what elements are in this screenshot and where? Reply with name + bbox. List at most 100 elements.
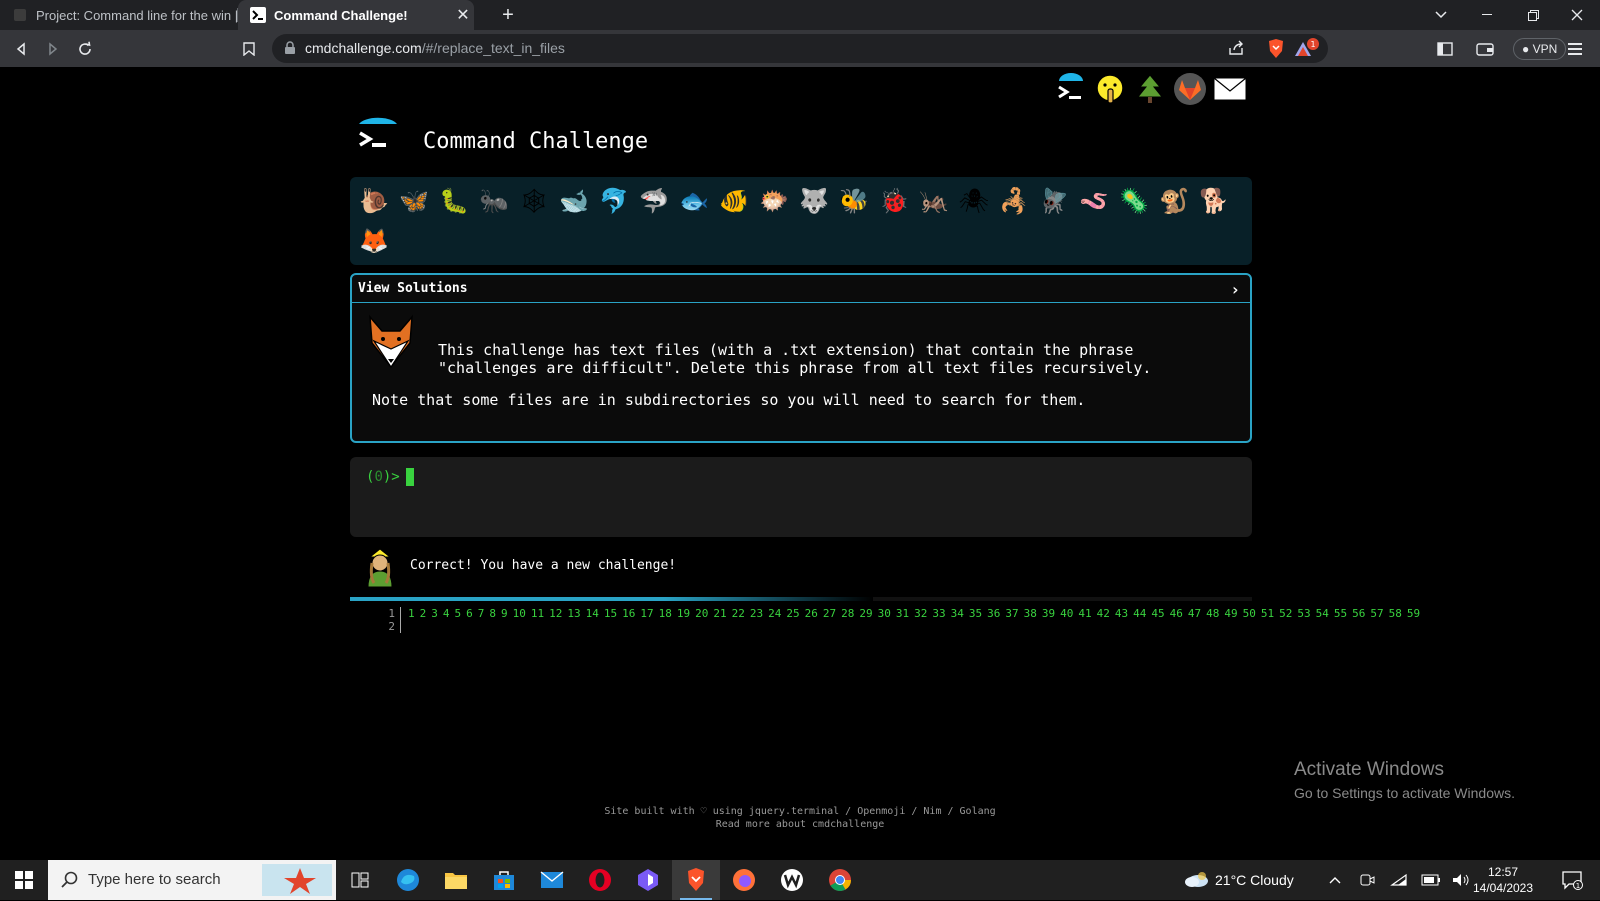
wallet-icon[interactable] [1472, 36, 1498, 62]
address-bar[interactable]: cmdchallenge.com/#/replace_text_in_files… [272, 34, 1328, 63]
menu-icon[interactable] [1562, 36, 1588, 62]
challenge-emoji-17[interactable]: 🪰 [1034, 181, 1074, 221]
challenge-emoji-20[interactable]: 🐒 [1154, 181, 1194, 221]
output-number: 36 [987, 607, 1001, 620]
output-number: 7 [477, 607, 485, 620]
output-number: 46 [1169, 607, 1183, 620]
task-view-icon[interactable] [336, 860, 384, 900]
gitlab-icon[interactable] [1172, 71, 1208, 107]
new-tab-button[interactable]: + [496, 3, 520, 27]
output-number: 25 [786, 607, 800, 620]
challenge-emoji-16[interactable]: 🦂 [994, 181, 1034, 221]
challenge-emoji-11[interactable]: 🐺 [794, 181, 834, 221]
challenge-emoji-13[interactable]: 🐞 [874, 181, 914, 221]
notifications-icon[interactable]: 1 [1552, 860, 1592, 900]
challenge-emoji-18[interactable]: 🪱 [1074, 181, 1114, 221]
windows-start-icon[interactable] [0, 860, 48, 900]
challenge-emoji-12[interactable]: 🐝 [834, 181, 874, 221]
terminal-logo-icon[interactable] [1052, 71, 1088, 107]
output-number: 26 [804, 607, 818, 620]
battery-icon[interactable] [1416, 860, 1446, 900]
output-number: 59 [1406, 607, 1421, 620]
output-line-number: 1 [388, 607, 395, 620]
sidebar-icon[interactable] [1432, 36, 1458, 62]
mail-icon[interactable] [1212, 71, 1248, 107]
challenge-emoji-10[interactable]: 🐡 [754, 181, 794, 221]
mail-app-icon[interactable] [528, 860, 576, 900]
forward-icon[interactable] [40, 36, 66, 62]
minimize-icon[interactable] [1464, 0, 1510, 30]
tab-command-challenge[interactable]: Command Challenge! ✕ [238, 0, 474, 30]
chrome-icon[interactable] [816, 860, 864, 900]
terminal[interactable]: (0)> [350, 457, 1252, 537]
output-numbers: 1 2 3 4 5 6 7 8 9 10 11 12 13 14 15 16 17 18 19 20 21 22 23 24 2… [408, 607, 1425, 620]
tab-search-chevron-icon[interactable] [1418, 0, 1464, 30]
challenge-emoji-9[interactable]: 🐠 [714, 181, 754, 221]
challenge-emoji-6[interactable]: 🐬 [594, 181, 634, 221]
taskbar-search-input[interactable]: Type here to search [48, 860, 336, 900]
challenge-emoji-5[interactable]: 🐋 [554, 181, 594, 221]
challenge-emoji-21[interactable]: 🐕 [1194, 181, 1234, 221]
brave-rewards-icon[interactable]: 1 [1292, 38, 1320, 65]
edge-icon[interactable] [384, 860, 432, 900]
opera-icon[interactable] [576, 860, 624, 900]
challenge-emoji-19[interactable]: 🦠 [1114, 181, 1154, 221]
url-text: cmdchallenge.com/#/replace_text_in_files [305, 40, 565, 56]
top-icon-bar [1052, 71, 1248, 107]
microsoft-store-icon[interactable] [480, 860, 528, 900]
brave-shield-icon[interactable] [1266, 38, 1286, 65]
restore-icon[interactable] [1510, 0, 1556, 30]
output-number: 9 [501, 607, 508, 620]
challenge-emoji-7[interactable]: 🦈 [634, 181, 674, 221]
system-clock[interactable]: 12:57 14/04/2023 [1465, 864, 1541, 896]
share-icon[interactable] [1228, 40, 1246, 61]
output-number: 31 [895, 607, 910, 620]
chevron-right-icon[interactable]: › [1230, 280, 1240, 299]
wifi-icon[interactable] [1384, 860, 1414, 900]
output-number: 20 [695, 607, 709, 620]
url-path: /#/replace_text_in_files [421, 40, 565, 56]
challenge-emoji-22[interactable]: 🦊 [354, 221, 394, 261]
meet-now-icon[interactable] [1352, 860, 1382, 900]
file-explorer-icon[interactable] [432, 860, 480, 900]
vpn-button[interactable]: ● VPN [1513, 38, 1567, 60]
chevron-up-icon[interactable] [1320, 860, 1350, 900]
output-number: 58 [1388, 607, 1402, 620]
challenge-emoji-1[interactable]: 🦋 [394, 181, 434, 221]
bookmark-icon[interactable] [236, 36, 262, 62]
firefox-icon[interactable] [720, 860, 768, 900]
app-hexagon-icon[interactable] [624, 860, 672, 900]
challenge-emoji-14[interactable]: 🦗 [914, 181, 954, 221]
close-window-icon[interactable] [1554, 0, 1600, 30]
tree-icon[interactable] [1132, 71, 1168, 107]
challenge-emoji-0[interactable]: 🐌 [354, 181, 394, 221]
weather-widget[interactable]: 21°C Cloudy [1183, 860, 1294, 900]
close-tab-icon[interactable]: ✕ [452, 5, 474, 25]
view-solutions-header[interactable]: View Solutions [352, 275, 1250, 303]
challenge-emoji-strip: 🐌 🦋 🐛 🐜 🕸 🐋 🐬 🦈 🐟 🐠 🐡 🐺 🐝 🐞 🦗 🕷 🦂 🪰 🪱 🦠 🐒 🐕 🦊 [350, 177, 1252, 265]
wattpad-icon[interactable] [768, 860, 816, 900]
challenge-emoji-8[interactable]: 🐟 [674, 181, 714, 221]
vpn-label: VPN [1532, 42, 1558, 56]
tab-command-line-project[interactable]: Project: Command line for the win | Na [0, 0, 238, 30]
challenge-emoji-15[interactable]: 🕷 [954, 181, 994, 221]
challenge-emoji-3[interactable]: 🐜 [474, 181, 514, 221]
site-title: Command Challenge [423, 129, 649, 154]
output-number: 16 [622, 607, 636, 620]
output-number: 32 [914, 607, 928, 620]
challenge-emoji-2[interactable]: 🐛 [434, 181, 474, 221]
tab-title: Project: Command line for the win | Na [36, 7, 238, 23]
shushing-face-icon[interactable] [1092, 71, 1128, 107]
output-number: 28 [841, 607, 855, 620]
output-number: 41 [1078, 607, 1092, 620]
site-logo-icon [356, 115, 402, 159]
challenge-emoji-4[interactable]: 🕸 [514, 181, 554, 221]
lock-icon [284, 41, 296, 60]
output-number: 4 [442, 607, 450, 620]
prompt-exit-code: 0 [374, 469, 383, 485]
activate-title: Activate Windows [1294, 759, 1444, 780]
reload-icon[interactable] [72, 36, 98, 62]
brave-browser-icon[interactable] [672, 860, 720, 900]
footer-read-more-link[interactable]: Read more about cmdchallenge [0, 818, 1600, 831]
back-icon[interactable] [8, 36, 34, 62]
